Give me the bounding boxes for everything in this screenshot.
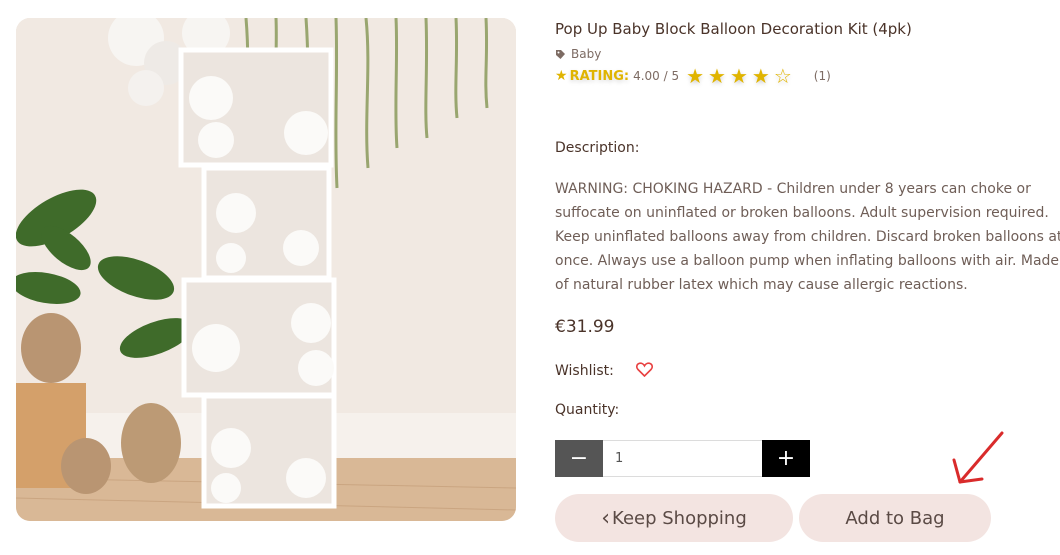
red-arrow-annotation [952, 431, 1004, 484]
category-label: Baby [571, 47, 602, 61]
review-count[interactable]: (1) [814, 69, 831, 83]
product-title: Pop Up Baby Block Balloon Decoration Kit… [555, 20, 912, 38]
product-category[interactable]: Baby [555, 47, 601, 61]
description-heading: Description: [555, 140, 640, 156]
star-icon: ★ [729, 64, 748, 88]
description-text: WARNING: CHOKING HAZARD - Children under… [555, 181, 1060, 293]
star-icon: ★ [686, 64, 705, 88]
product-rating: ★ RATING: 4.00 / 5 ★ ★ ★ ★ ☆ (1) [555, 66, 831, 86]
keep-shopping-button[interactable]: ‹ Keep Shopping [555, 494, 793, 542]
quantity-label: Quantity: [555, 402, 620, 418]
product-photo [16, 18, 516, 521]
keep-shopping-label: Keep Shopping [612, 507, 747, 529]
add-to-bag-label: Add to Bag [845, 507, 945, 529]
rating-label: RATING: [569, 68, 630, 84]
rating-value: 4.00 / 5 [633, 69, 680, 83]
star-outline-icon: ☆ [773, 64, 792, 88]
star-icon: ★ [751, 64, 770, 88]
chevron-left-icon: ‹ [601, 505, 611, 531]
wishlist-label: Wishlist: [555, 363, 614, 379]
quantity-input[interactable] [603, 440, 762, 477]
rating-stars: ★ ★ ★ ★ ☆ [686, 66, 792, 86]
decrement-button[interactable]: − [555, 440, 603, 477]
product-image[interactable] [16, 18, 516, 521]
star-icon: ★ [555, 68, 568, 84]
star-icon: ★ [708, 64, 726, 88]
quantity-stepper: − + [555, 440, 810, 477]
add-to-bag-button[interactable]: Add to Bag [799, 494, 991, 542]
increment-button[interactable]: + [762, 440, 810, 477]
wishlist-row: Wishlist: [555, 362, 653, 380]
heart-outline-icon[interactable] [635, 362, 653, 380]
product-price: €31.99 [555, 317, 615, 337]
tag-icon [556, 49, 565, 59]
